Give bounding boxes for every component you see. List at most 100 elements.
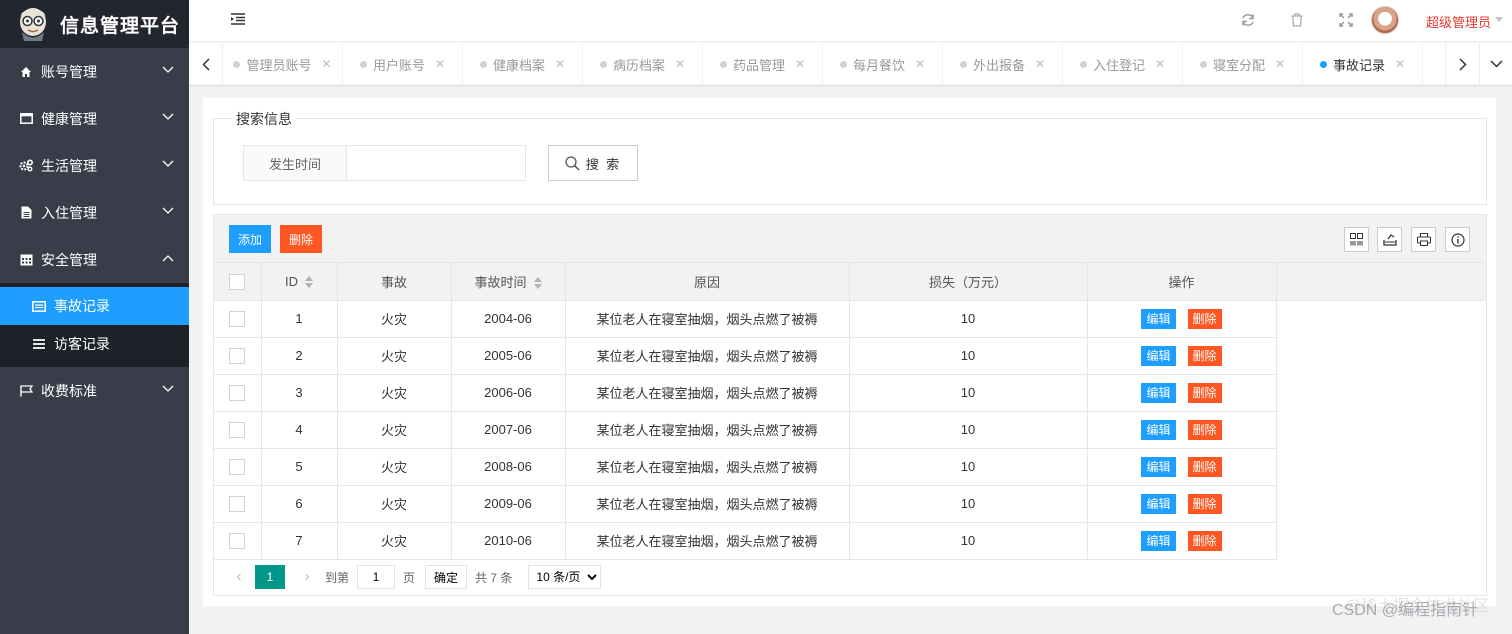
watermark-line-2: CSDN @编程指南针 bbox=[1332, 602, 1479, 619]
edit-button[interactable]: 编辑 bbox=[1141, 530, 1176, 551]
cell-accident: 火灾 bbox=[337, 485, 452, 523]
sidebar-item-checkin[interactable]: 入住管理 bbox=[0, 189, 189, 236]
select-all-checkbox[interactable] bbox=[229, 273, 246, 290]
tab-label: 管理员账号 bbox=[246, 57, 312, 73]
tab-admin-account[interactable]: 管理员账号 ✕ bbox=[223, 43, 343, 85]
close-icon[interactable]: ✕ bbox=[1035, 57, 1045, 71]
tab-user-account[interactable]: 用户账号 ✕ bbox=[343, 43, 463, 85]
row-select-cell bbox=[214, 337, 262, 375]
edit-button[interactable]: 编辑 bbox=[1141, 308, 1176, 329]
close-icon[interactable]: ✕ bbox=[1275, 57, 1285, 71]
sidebar-item-fees[interactable]: 收费标准 bbox=[0, 367, 189, 414]
close-icon[interactable]: ✕ bbox=[915, 57, 925, 71]
export-button[interactable] bbox=[1377, 227, 1402, 252]
delete-button[interactable]: 删除 bbox=[1187, 456, 1222, 477]
home-icon bbox=[19, 65, 33, 79]
delete-button[interactable]: 删除 bbox=[1187, 493, 1222, 514]
tab-scroll-right-button[interactable] bbox=[1445, 43, 1479, 85]
tab-dot bbox=[1319, 60, 1327, 68]
col-time[interactable]: 事故时间 bbox=[451, 263, 566, 301]
close-icon[interactable]: ✕ bbox=[675, 57, 685, 71]
tab-scroll-left-button[interactable] bbox=[189, 43, 223, 85]
tab-monthly-meals[interactable]: 每月餐饮 ✕ bbox=[823, 43, 943, 85]
fullscreen-icon[interactable] bbox=[1339, 13, 1353, 27]
tab-accident-records[interactable]: 事故记录 ✕ bbox=[1303, 43, 1423, 85]
edit-button[interactable]: 编辑 bbox=[1141, 419, 1176, 440]
close-icon[interactable]: ✕ bbox=[321, 57, 331, 71]
total-count: 共 7 条 bbox=[475, 570, 513, 585]
sort-icon[interactable] bbox=[305, 276, 313, 289]
row-checkbox[interactable] bbox=[229, 384, 246, 401]
accident-table: ID 事故 事故时间 原因 损失（万元） 操作 1 火灾 2004-06 某位老人在寝… bbox=[214, 263, 1486, 560]
sidebar-subitem-visitor[interactable]: 访客记录 bbox=[0, 325, 189, 363]
close-icon[interactable]: ✕ bbox=[1395, 57, 1405, 71]
menu-toggle-icon[interactable] bbox=[231, 13, 245, 25]
row-checkbox[interactable] bbox=[229, 310, 246, 327]
chevron-down-icon bbox=[162, 385, 174, 392]
cell-loss: 10 bbox=[849, 374, 1088, 412]
cell-ops: 编辑 删除 bbox=[1087, 485, 1277, 523]
select-all-cell bbox=[214, 263, 262, 301]
goto-label: 到第 bbox=[325, 570, 350, 585]
goto-page-input[interactable] bbox=[357, 565, 396, 589]
close-icon[interactable]: ✕ bbox=[795, 57, 805, 71]
sidebar-subitem-accident[interactable]: 事故记录 bbox=[0, 287, 189, 325]
next-page-icon[interactable]: › bbox=[297, 568, 317, 586]
batch-delete-button[interactable]: 删除 bbox=[280, 225, 323, 253]
refresh-icon[interactable] bbox=[1241, 13, 1255, 27]
info-button[interactable] bbox=[1445, 227, 1470, 252]
tab-room-allocation[interactable]: 寝室分配 ✕ bbox=[1183, 43, 1303, 85]
delete-button[interactable]: 删除 bbox=[1187, 530, 1222, 551]
chevron-down-icon bbox=[1490, 60, 1503, 68]
delete-button[interactable]: 删除 bbox=[1187, 308, 1222, 329]
row-checkbox[interactable] bbox=[229, 421, 246, 438]
cell-spacer bbox=[1276, 522, 1486, 559]
tab-checkin-register[interactable]: 入住登记 ✕ bbox=[1063, 43, 1183, 85]
file-icon bbox=[19, 206, 33, 220]
edit-button[interactable]: 编辑 bbox=[1141, 382, 1176, 403]
edit-button[interactable]: 编辑 bbox=[1141, 345, 1176, 366]
tab-dot bbox=[479, 60, 487, 68]
occurrence-time-label: 发生时间 bbox=[243, 145, 347, 181]
close-icon[interactable]: ✕ bbox=[555, 57, 565, 71]
current-page[interactable]: 1 bbox=[255, 565, 285, 589]
sidebar-item-account[interactable]: 账号管理 bbox=[0, 48, 189, 95]
row-checkbox[interactable] bbox=[229, 495, 246, 512]
row-checkbox[interactable] bbox=[229, 347, 246, 364]
tab-health-records[interactable]: 健康档案 ✕ bbox=[463, 43, 583, 85]
tab-medicine[interactable]: 药品管理 ✕ bbox=[703, 43, 823, 85]
edit-button[interactable]: 编辑 bbox=[1141, 456, 1176, 477]
occurrence-time-input[interactable] bbox=[346, 145, 526, 181]
close-icon[interactable]: ✕ bbox=[1155, 57, 1165, 71]
search-button[interactable]: 搜 索 bbox=[548, 145, 638, 181]
logo[interactable]: 信息管理平台 bbox=[0, 0, 189, 48]
user-name[interactable]: 超级管理员 bbox=[1426, 12, 1491, 31]
user-avatar[interactable] bbox=[1371, 6, 1399, 34]
tab-outing-report[interactable]: 外出报备 ✕ bbox=[943, 43, 1063, 85]
cell-accident: 火灾 bbox=[337, 337, 452, 375]
main-content: 搜索信息 发生时间 搜 索 添加 删除 ID 事故 事故时间 原因 损失（万元）… bbox=[203, 98, 1496, 606]
tab-medical-records[interactable]: 病历档案 ✕ bbox=[583, 43, 703, 85]
close-icon[interactable]: ✕ bbox=[435, 57, 445, 71]
edit-button[interactable]: 编辑 bbox=[1141, 493, 1176, 514]
tab-menu-button[interactable] bbox=[1479, 43, 1512, 85]
page-size-select[interactable]: 10 条/页 bbox=[528, 565, 602, 589]
delete-button[interactable]: 删除 bbox=[1187, 345, 1222, 366]
prev-page-icon[interactable]: ‹ bbox=[229, 568, 249, 586]
sidebar-item-life[interactable]: 生活管理 bbox=[0, 142, 189, 189]
sidebar-item-health[interactable]: 健康管理 bbox=[0, 95, 189, 142]
row-checkbox[interactable] bbox=[229, 532, 246, 549]
delete-button[interactable]: 删除 bbox=[1187, 419, 1222, 440]
sidebar-item-security[interactable]: 安全管理 bbox=[0, 236, 189, 283]
add-button[interactable]: 添加 bbox=[229, 225, 272, 253]
delete-button[interactable]: 删除 bbox=[1187, 382, 1222, 403]
caret-down-icon[interactable] bbox=[1495, 17, 1503, 22]
print-icon bbox=[1416, 233, 1431, 246]
trash-icon[interactable] bbox=[1291, 13, 1303, 27]
sort-icon[interactable] bbox=[533, 277, 542, 290]
columns-filter-button[interactable] bbox=[1344, 227, 1369, 252]
goto-confirm-button[interactable]: 确定 bbox=[425, 565, 468, 589]
row-checkbox[interactable] bbox=[229, 458, 246, 475]
col-id[interactable]: ID bbox=[261, 263, 338, 301]
print-button[interactable] bbox=[1411, 227, 1436, 252]
